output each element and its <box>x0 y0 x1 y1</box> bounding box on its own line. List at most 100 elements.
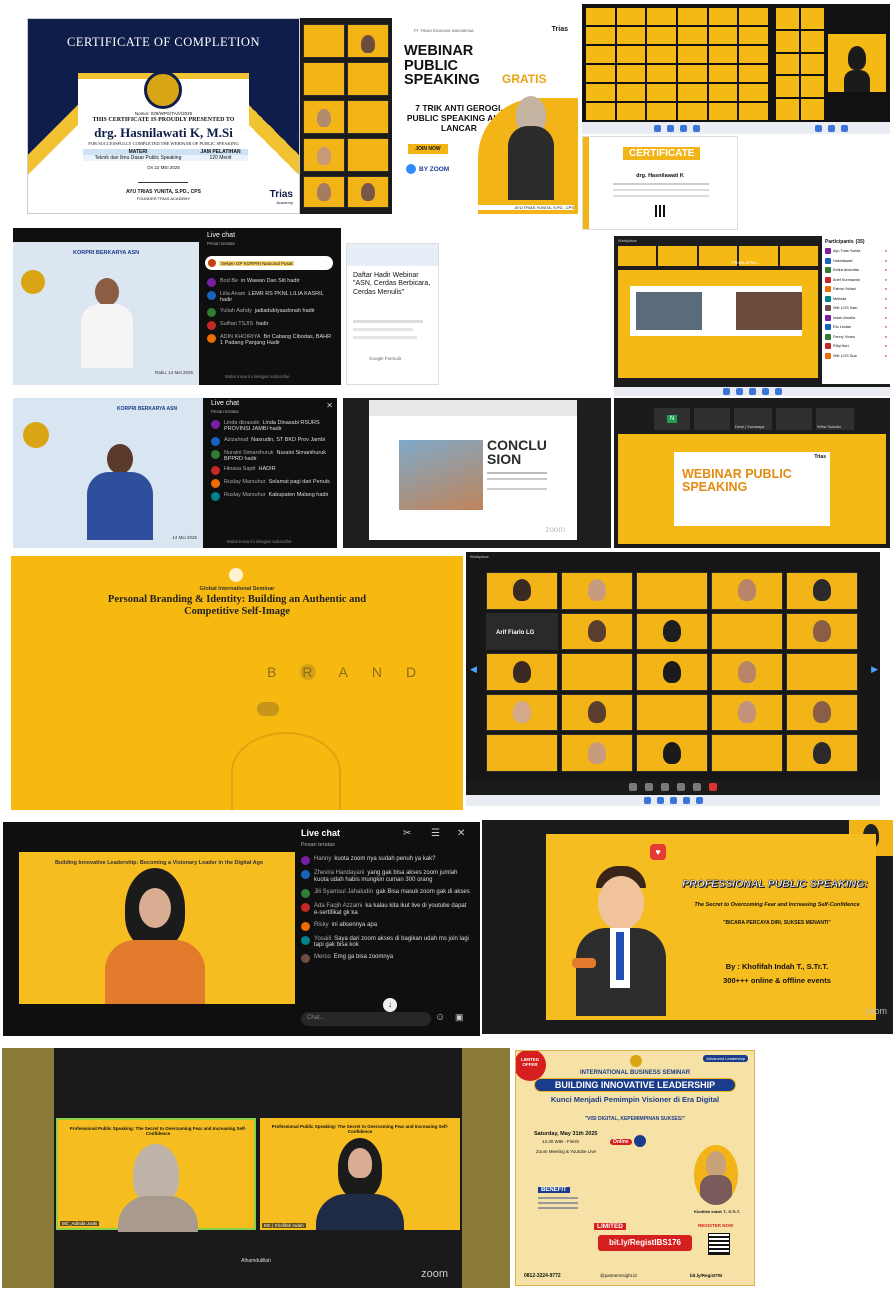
participant-face <box>738 660 756 683</box>
participant-row[interactable]: Arief Kurniawan ● <box>825 276 887 283</box>
zoom-gallery-laptop-1 <box>582 4 772 134</box>
chat-message: Lilia Anam LEMR RS PKNL LILIA KASRIL hadi… <box>207 291 335 304</box>
participant-tile <box>711 572 783 610</box>
avatar <box>825 286 831 292</box>
close-icon[interactable]: ✕ <box>457 828 465 839</box>
participant-name: Fenny Vivian <box>833 334 855 339</box>
certificate-table: MATERI JAM PELATIHAN Teknik dan Ilmu Dasa… <box>83 149 248 161</box>
avatar <box>825 333 831 340</box>
participant-row[interactable]: WiK LGS Dua ● <box>825 352 887 359</box>
chat-input[interactable]: Chat... <box>301 1012 431 1026</box>
participant-tile <box>486 734 558 772</box>
close-icon[interactable]: ✕ <box>326 401 333 410</box>
participant-face <box>513 579 531 602</box>
certificate-seal <box>144 71 182 109</box>
cartoon-speaker <box>572 866 668 1016</box>
mic-muted-icon: ● <box>884 268 887 272</box>
scroll-down-icon[interactable]: ↓ <box>383 998 397 1012</box>
chat-text: ini absennya apa <box>331 921 378 928</box>
avatar <box>825 324 831 330</box>
shared-slide: Trias WEBINAR PUBLIC SPEAKING <box>618 434 886 544</box>
settings-icon[interactable]: ☰ <box>431 828 440 839</box>
pps-slide: ♥ PROFESSIONAL PUBLIC SPEAKING: The Secr… <box>482 820 893 1034</box>
seminar-title: Personal Branding & Identity: Building a… <box>107 594 367 618</box>
shared-slide <box>618 270 818 378</box>
avatar <box>301 856 310 865</box>
chat-message: Zhevira Handayani yang gak bisa akses zoo… <box>301 870 473 884</box>
poster-platform: Zoom Meeting & Youtube Live <box>536 1149 597 1154</box>
register-link[interactable]: bit.ly/RegistIBS176 <box>598 1235 692 1251</box>
chat-author: Ruslay Marsuhur <box>224 492 266 499</box>
zoom-watermark: zoom <box>545 525 565 534</box>
avatar <box>825 305 831 311</box>
emoji-icon[interactable]: ☺ <box>435 1012 445 1023</box>
chat-author: Hanny <box>314 856 332 862</box>
form-footer: Google Formulir <box>369 356 402 361</box>
participant-row[interactable]: Kefira Anandita ● <box>825 267 887 273</box>
active-speaker-tile <box>828 34 886 92</box>
qr-code-icon <box>655 205 667 217</box>
participant-row[interactable]: Hasnilawati ● <box>825 257 887 264</box>
register-now-label[interactable]: REGISTER NOW <box>698 1223 733 1228</box>
participant-row[interactable]: Rifqi Hari ● <box>825 343 887 349</box>
certificate-recipient: drg. Hasnilawati K, M.Si <box>94 125 233 140</box>
participant-face <box>588 620 606 642</box>
brand-letter: B <box>267 664 279 680</box>
live-chat-panel: Live chat Pesan teratas ✕ Linda dinasabi… <box>207 398 337 548</box>
signature-mark <box>138 175 188 183</box>
avatar <box>301 888 310 898</box>
chat-text: Nasrudin, ST BKD Prov Jambi <box>251 436 326 443</box>
youtube-live-1: KORPRI BERKARYA ASN Rabu, 14 Mei 2025 Li… <box>13 228 341 385</box>
certificate-signer: AYU TRIAS YUNITA, S.PD., CPS <box>126 189 201 195</box>
seminar-logo <box>229 568 243 582</box>
participant-row[interactable]: WiK LGS Satu ● <box>825 305 887 311</box>
avatar <box>207 291 216 300</box>
participant-name: Melinda <box>833 296 847 301</box>
participant-tile <box>711 693 783 732</box>
chat-message: Hinasa Saptt HADIR <box>211 466 333 476</box>
limited-offer-ribbon: LIMITED OFFER <box>516 1051 546 1081</box>
pinned-message: Sekjen GP KORPRI Nasional Pusat <box>205 256 333 270</box>
avatar <box>825 314 831 321</box>
participant-name: Rifqi Hari <box>833 344 849 348</box>
speaker-video <box>105 868 205 1004</box>
zoom-watermark: zoom <box>864 1006 887 1016</box>
table-cell: Teknik dan Ilmu Dasar Public Speaking <box>94 155 182 161</box>
poster-time: 13.30 WIB - Finish <box>542 1139 580 1144</box>
chat-text: Saya dari zoom akses di bagikan udah ms … <box>314 935 469 949</box>
avatar <box>825 343 831 349</box>
limited-label: LIMITED <box>594 1223 626 1230</box>
named-tile-label: Arif Fiarlo LG <box>496 630 535 636</box>
chat-author: Risky <box>314 921 329 928</box>
send-icon[interactable]: ▣ <box>455 1012 464 1023</box>
zoom-watermark: zoom <box>421 1268 448 1280</box>
live-chat-panel: Live chat Pesan teratas Sekjen GP KORPRI… <box>201 228 341 385</box>
avatar <box>301 954 310 964</box>
participant-row[interactable]: Ayu Trias Yunita ● <box>825 248 887 254</box>
video-date: 14 Mei 2025 <box>172 535 197 540</box>
avatar <box>301 935 310 945</box>
chat-message: Nuraini Simanihuruk Nuraini Simanihuruk B… <box>211 449 333 463</box>
chat-subtitle: Pesan teratas <box>207 241 235 246</box>
poster-title: BUILDING INNOVATIVE LEADERSHIP <box>534 1078 736 1092</box>
scissors-icon[interactable]: ✂ <box>403 828 411 839</box>
join-now-button[interactable]: JOIN NOW <box>408 144 448 154</box>
brand-letters: B R A N D <box>267 664 418 680</box>
participant-name: MC_Adinda Jouki <box>60 1221 100 1226</box>
trias-logo: Trias <box>551 26 568 33</box>
participant-face <box>513 701 531 724</box>
prev-page-icon[interactable]: ◀ <box>470 664 477 675</box>
table-cell: 120 Menit <box>209 155 232 161</box>
chat-text: Selamat pagi dari Penuls <box>268 479 330 486</box>
participant-face <box>813 620 831 642</box>
participant-row[interactable]: Melinda ● <box>825 295 887 302</box>
participant-row[interactable]: Rio Lestari ● <box>825 324 887 330</box>
participant-row[interactable]: Fenny Vivian ● <box>825 333 887 340</box>
participant-tile <box>486 653 558 691</box>
next-page-icon[interactable]: ▶ <box>871 664 878 675</box>
participant-name: Hasnilawati <box>833 258 853 263</box>
avatar <box>211 449 220 459</box>
participant-row[interactable]: Indah Amalia ● <box>825 314 887 321</box>
participant-row[interactable]: Fatma Yuliani ● <box>825 286 887 292</box>
contact-instagram: @partnerinsight.id <box>600 1273 637 1278</box>
